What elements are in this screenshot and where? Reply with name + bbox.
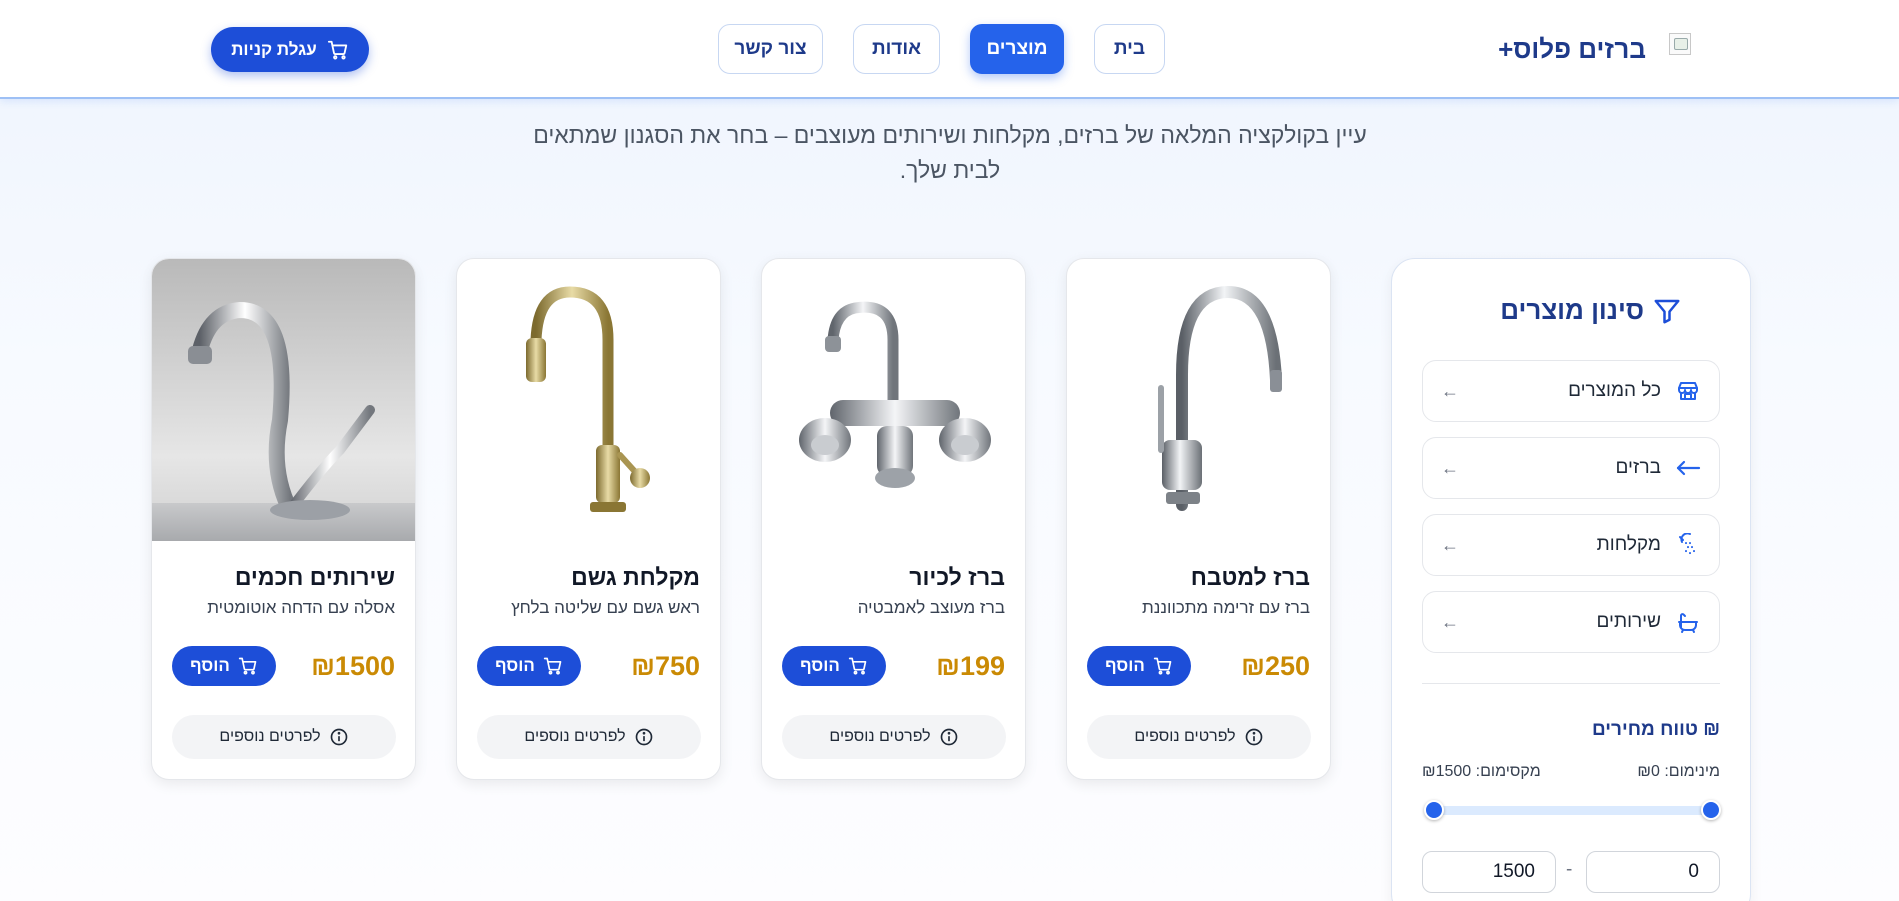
product-name: ברז למטבח <box>1190 564 1310 590</box>
product-name: שירותים חכמים <box>234 564 395 590</box>
add-to-cart-button[interactable]: הוסף <box>782 646 886 686</box>
min-price-input[interactable]: 0 <box>1586 851 1720 893</box>
bath-icon <box>1675 609 1701 635</box>
category-all[interactable]: כל המוצרים ← <box>1422 360 1720 422</box>
store-icon <box>1675 378 1701 404</box>
arrow-left-icon: ← <box>1441 611 1459 632</box>
product-description: אסלה עם הדחה אוטומטית <box>207 598 395 617</box>
add-label: הוסף <box>495 656 535 675</box>
filter-title-text: סינון מוצרים <box>1500 295 1644 325</box>
more-details-button[interactable]: לפרטים נוספים <box>1087 715 1311 759</box>
slider-thumb-min[interactable] <box>1701 800 1721 820</box>
product-image <box>152 259 415 541</box>
range-dash: - <box>1566 859 1573 880</box>
brand-name[interactable]: ברזים פלוס+ <box>1498 34 1646 65</box>
shower-icon <box>1675 532 1701 558</box>
more-details-button[interactable]: לפרטים נוספים <box>477 715 701 759</box>
more-label: לפרטים נוספים <box>1134 728 1236 745</box>
more-label: לפרטים נוספים <box>829 728 931 745</box>
cart-button[interactable]: עגלת קניות <box>211 27 369 72</box>
more-label: לפרטים נוספים <box>219 728 321 745</box>
arrow-left-icon: ← <box>1441 534 1459 555</box>
product-image <box>1067 259 1330 541</box>
divider <box>1422 683 1720 684</box>
category-label: ברזים <box>1615 457 1661 478</box>
add-label: הוסף <box>800 656 840 675</box>
logo-image <box>1669 33 1691 55</box>
header: ברזים פלוס+ בית מוצרים אודות צור קשר עגל… <box>0 0 1899 99</box>
nav-products[interactable]: מוצרים <box>970 24 1064 74</box>
info-icon <box>330 728 347 746</box>
price-range-title: ₪ טווח מחירים <box>1591 719 1720 740</box>
info-icon <box>635 728 652 746</box>
category-label: שירותים <box>1596 611 1661 632</box>
product-description: ברז מעוצב לאמבטיה <box>857 598 1005 617</box>
info-icon <box>1245 728 1262 746</box>
filter-icon <box>1654 299 1680 323</box>
intro-text: עיין בקולקציה המלאה של ברזים, מקלחות ושי… <box>533 122 1367 183</box>
cart-label: עגלת קניות <box>231 39 317 59</box>
category-label: כל המוצרים <box>1568 380 1661 401</box>
price-range-slider[interactable] <box>1431 806 1711 815</box>
filter-title: סינון מוצרים <box>1500 295 1682 326</box>
nav-contact[interactable]: צור קשר <box>718 24 823 74</box>
product-image <box>762 259 1025 541</box>
add-to-cart-button[interactable]: הוסף <box>477 646 581 686</box>
add-label: הוסף <box>190 656 230 675</box>
cart-icon <box>238 657 257 675</box>
product-price: ₪199 <box>936 651 1005 681</box>
arrow-left-icon <box>1675 455 1701 481</box>
cart-icon <box>848 657 867 675</box>
product-price: ₪250 <box>1241 651 1310 681</box>
cart-icon <box>543 657 562 675</box>
filter-sidebar: סינון מוצרים כל המוצרים ← ברזים ← מקלחות… <box>1391 258 1751 901</box>
category-showers[interactable]: מקלחות ← <box>1422 514 1720 576</box>
cart-icon <box>327 40 347 59</box>
more-details-button[interactable]: לפרטים נוספים <box>172 715 396 759</box>
product-name: מקלחת גשם <box>571 564 700 590</box>
product-description: ברז עם זרימה מתכווננת <box>1142 598 1310 617</box>
arrow-left-icon: ← <box>1441 380 1459 401</box>
nav-home[interactable]: בית <box>1094 24 1165 74</box>
slider-thumb-max[interactable] <box>1424 800 1444 820</box>
category-faucets[interactable]: ברזים ← <box>1422 437 1720 499</box>
category-label: מקלחות <box>1596 534 1661 555</box>
product-card: ברז למטבח ברז עם זרימה מתכווננת ₪250 הוס… <box>1066 258 1331 780</box>
product-card: מקלחת גשם ראש גשם עם שליטה בלחץ ₪750 הוס… <box>456 258 721 780</box>
product-card: שירותים חכמים אסלה עם הדחה אוטומטית ₪150… <box>151 258 416 780</box>
nav-about[interactable]: אודות <box>853 24 940 74</box>
product-card: ברז לכיור ברז מעוצב לאמבטיה ₪199 הוסף לפ… <box>761 258 1026 780</box>
info-icon <box>940 728 957 746</box>
cart-icon <box>1153 657 1172 675</box>
product-price: ₪750 <box>631 651 700 681</box>
more-label: לפרטים נוספים <box>524 728 626 745</box>
product-price: ₪1500 <box>311 651 395 681</box>
product-description: ראש גשם עם שליטה בלחץ <box>511 598 700 617</box>
add-to-cart-button[interactable]: הוסף <box>172 646 276 686</box>
max-price-input[interactable]: 1500 <box>1422 851 1556 893</box>
more-details-button[interactable]: לפרטים נוספים <box>782 715 1006 759</box>
add-to-cart-button[interactable]: הוסף <box>1087 646 1191 686</box>
min-price-label: מינימום: ₪0 <box>1637 763 1720 780</box>
category-toilets[interactable]: שירותים ← <box>1422 591 1720 653</box>
max-price-label: מקסימום: ₪1500 <box>1422 763 1541 780</box>
product-image <box>457 259 720 541</box>
add-label: הוסף <box>1105 656 1145 675</box>
arrow-left-icon: ← <box>1441 457 1459 478</box>
product-name: ברז לכיור <box>909 564 1005 590</box>
